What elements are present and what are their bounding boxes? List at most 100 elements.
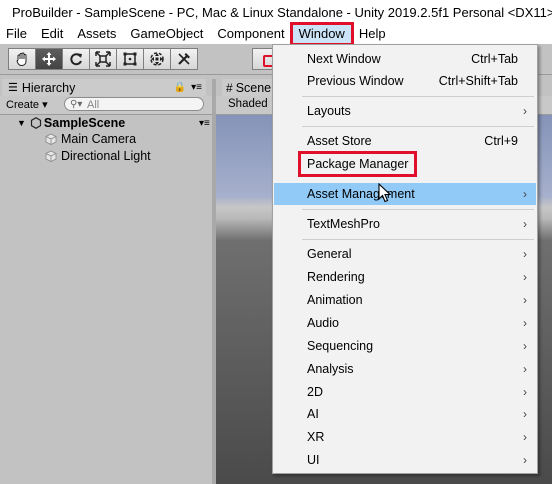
menu-item-general[interactable]: General › <box>274 243 536 265</box>
menu-item-label: 2D <box>307 385 323 399</box>
menu-item-label: TextMeshPro <box>307 217 380 231</box>
submenu-arrow-icon: › <box>523 385 527 399</box>
menu-item-label: Asset Store <box>307 134 372 148</box>
submenu-arrow-icon: › <box>523 316 527 330</box>
rect-transform-icon <box>123 52 137 66</box>
scene-root-row[interactable]: ▼ SampleScene ▾≡ <box>17 115 210 131</box>
submenu-arrow-icon: › <box>523 362 527 376</box>
move-arrows-icon <box>42 52 56 66</box>
rect-tool-button[interactable] <box>116 48 144 70</box>
move-tool-button[interactable] <box>35 48 63 70</box>
unity-scene-icon <box>30 117 42 129</box>
submenu-arrow-icon: › <box>523 104 527 118</box>
rotate-tool-button[interactable] <box>62 48 90 70</box>
shortcut-text: Ctrl+9 <box>484 134 518 148</box>
rotate-icon <box>70 53 82 66</box>
menu-separator <box>302 126 534 127</box>
menu-item-xr[interactable]: XR › <box>274 426 536 448</box>
menu-item-2d[interactable]: 2D › <box>274 381 536 403</box>
submenu-arrow-icon: › <box>523 453 527 467</box>
menu-item-asset-store[interactable]: Asset Store Ctrl+9 <box>274 130 536 152</box>
menu-item-audio[interactable]: Audio › <box>274 312 536 334</box>
menu-item-label: Previous Window <box>307 74 404 88</box>
submenu-arrow-icon: › <box>523 247 527 261</box>
mouse-cursor-icon <box>378 183 392 203</box>
submenu-arrow-icon: › <box>523 217 527 231</box>
title-bar: ProBuilder - SampleScene - PC, Mac & Lin… <box>0 0 552 24</box>
menu-component[interactable]: Component <box>210 24 291 44</box>
menu-item-label: Package Manager <box>297 151 418 177</box>
menu-item-asset-management[interactable]: Asset Management › <box>274 183 536 205</box>
menu-item-package-manager[interactable]: Package Manager <box>274 151 536 177</box>
search-icon: ⚲▾ <box>70 99 83 110</box>
menu-item-label: Asset Management <box>307 187 415 201</box>
hierarchy-toolbar: Create ▾ ⚲▾ All <box>0 96 212 115</box>
menu-item-label: Rendering <box>307 270 365 284</box>
create-dropdown[interactable]: Create ▾ <box>6 98 48 111</box>
menu-separator <box>302 239 534 240</box>
submenu-arrow-icon: › <box>523 430 527 444</box>
menu-item-previous-window[interactable]: Previous Window Ctrl+Shift+Tab <box>274 70 536 92</box>
transform-tool-button[interactable] <box>143 48 171 70</box>
panel-menu-icon[interactable]: ▾≡ <box>191 82 202 93</box>
menu-item-next-window[interactable]: Next Window Ctrl+Tab <box>274 48 536 70</box>
hand-icon <box>16 52 27 67</box>
search-placeholder: All <box>87 99 100 111</box>
submenu-arrow-icon: › <box>523 270 527 284</box>
submenu-arrow-icon: › <box>523 407 527 421</box>
expand-arrow-icon[interactable]: ▼ <box>17 118 26 128</box>
menu-edit[interactable]: Edit <box>34 24 70 44</box>
shortcut-text: Ctrl+Tab <box>471 52 518 66</box>
hierarchy-tab[interactable]: ☰ Hierarchy 🔒 ▾≡ <box>2 79 206 96</box>
menu-item-ui[interactable]: UI › <box>274 449 536 471</box>
menu-item-rendering[interactable]: Rendering › <box>274 266 536 288</box>
menu-item-label: Next Window <box>307 52 381 66</box>
menu-assets[interactable]: Assets <box>70 24 123 44</box>
tools-icon <box>178 53 190 65</box>
scale-tool-button[interactable] <box>89 48 117 70</box>
menu-help[interactable]: Help <box>352 24 393 44</box>
lock-icon[interactable]: 🔒 <box>174 82 186 93</box>
object-label: Main Camera <box>61 132 137 146</box>
menu-item-label: AI <box>307 407 319 421</box>
menu-item-sequencing[interactable]: Sequencing › <box>274 335 536 357</box>
menu-item-ai[interactable]: AI › <box>274 403 536 425</box>
list-item[interactable]: Main Camera <box>45 131 136 147</box>
custom-tool-button[interactable] <box>170 48 198 70</box>
menu-file[interactable]: File <box>0 24 34 44</box>
submenu-arrow-icon: › <box>523 339 527 353</box>
menu-item-label: General <box>307 247 352 261</box>
menu-item-layouts[interactable]: Layouts › <box>274 100 536 122</box>
menu-separator <box>302 209 534 210</box>
shading-mode-dropdown[interactable]: Shaded <box>228 98 268 110</box>
menu-item-label: Sequencing <box>307 339 374 353</box>
menu-separator <box>302 96 534 97</box>
list-icon: ☰ <box>8 82 18 94</box>
scene-tab-label: Scene <box>235 80 272 95</box>
menu-item-animation[interactable]: Animation › <box>274 289 536 311</box>
hierarchy-search-input[interactable]: ⚲▾ All <box>64 97 204 111</box>
shortcut-text: Ctrl+Shift+Tab <box>438 74 518 88</box>
transform-tools <box>8 48 198 70</box>
hierarchy-tree: ▼ SampleScene ▾≡ Main Camera Directional… <box>0 115 212 484</box>
grid-icon: # <box>226 80 233 95</box>
hand-tool-button[interactable] <box>8 48 36 70</box>
scene-name: SampleScene <box>43 116 126 130</box>
submenu-arrow-icon: › <box>523 293 527 307</box>
menu-item-label: Audio <box>307 316 339 330</box>
window-title: ProBuilder - SampleScene - PC, Mac & Lin… <box>12 4 552 20</box>
menu-item-label: Analysis <box>307 362 354 376</box>
hierarchy-tab-label: Hierarchy <box>21 80 76 95</box>
object-label: Directional Light <box>61 149 151 163</box>
combined-transform-icon <box>150 52 164 66</box>
scene-menu-icon[interactable]: ▾≡ <box>199 118 210 129</box>
list-item[interactable]: Directional Light <box>45 148 151 164</box>
menu-window[interactable]: Window <box>289 22 354 46</box>
gameobject-cube-icon <box>45 133 57 145</box>
menu-item-analysis[interactable]: Analysis › <box>274 358 536 380</box>
menu-item-label: XR <box>307 430 325 444</box>
scale-icon <box>95 51 111 67</box>
menu-item-textmeshpro[interactable]: TextMeshPro › <box>274 213 536 235</box>
menu-item-label: Animation <box>307 293 363 307</box>
menu-gameobject[interactable]: GameObject <box>123 24 210 44</box>
